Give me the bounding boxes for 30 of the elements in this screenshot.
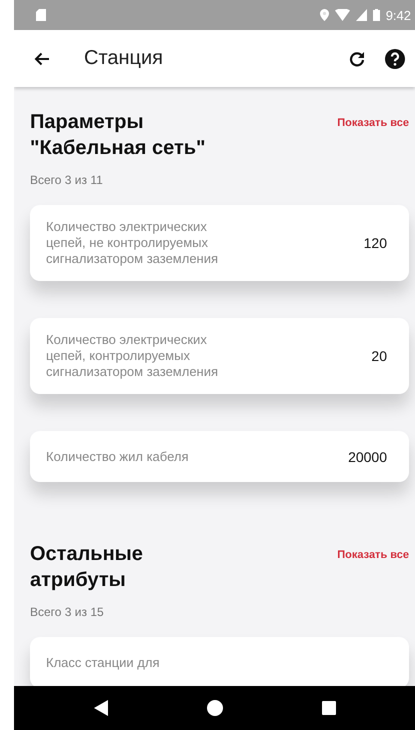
- sd-card-icon: [36, 9, 46, 21]
- attribute-value: 120: [364, 235, 387, 251]
- show-all-link[interactable]: Показать все: [337, 117, 409, 129]
- back-arrow-icon[interactable]: [34, 52, 50, 66]
- attribute-label: Количество электрических цепей, не контролируемых сигнализатором заземления: [46, 219, 220, 267]
- show-all-link[interactable]: Показать все: [337, 549, 409, 561]
- attribute-label: Количество электрических цепей, контролируемых сигнализатором заземления: [46, 332, 220, 380]
- attribute-card[interactable]: Количество жил кабеля 20000: [30, 431, 409, 482]
- location-icon: [320, 9, 329, 21]
- wifi-icon: [334, 9, 350, 21]
- screen-title: Станция: [84, 47, 164, 70]
- section-title: Остальные атрибуты: [30, 542, 144, 593]
- attribute-card[interactable]: Класс станции для: [30, 637, 409, 686]
- clock: 9:42: [386, 8, 411, 22]
- item-count: Всего 3 из 11: [30, 173, 104, 187]
- attribute-label: Класс станции для: [46, 654, 161, 670]
- attribute-card[interactable]: Количество электрических цепей, не контролируемых сигнализатором заземления 120: [30, 205, 409, 281]
- signal-icon: [356, 9, 367, 21]
- item-count: Всего 3 из 15: [30, 605, 105, 619]
- back-icon[interactable]: [94, 700, 108, 716]
- attribute-value: 20000: [348, 448, 387, 464]
- attribute-value: 20: [371, 348, 387, 364]
- home-icon[interactable]: [206, 700, 222, 716]
- attribute-label: Количество жил кабеля: [46, 448, 190, 464]
- section-title: Параметры "Кабельная сеть": [30, 110, 207, 161]
- help-icon[interactable]: [385, 48, 405, 68]
- recents-icon[interactable]: [322, 701, 336, 715]
- refresh-icon[interactable]: [349, 50, 365, 66]
- battery-icon: [372, 9, 380, 21]
- attribute-card[interactable]: Количество электрических цепей, контролируемых сигнализатором заземления 20: [30, 318, 409, 394]
